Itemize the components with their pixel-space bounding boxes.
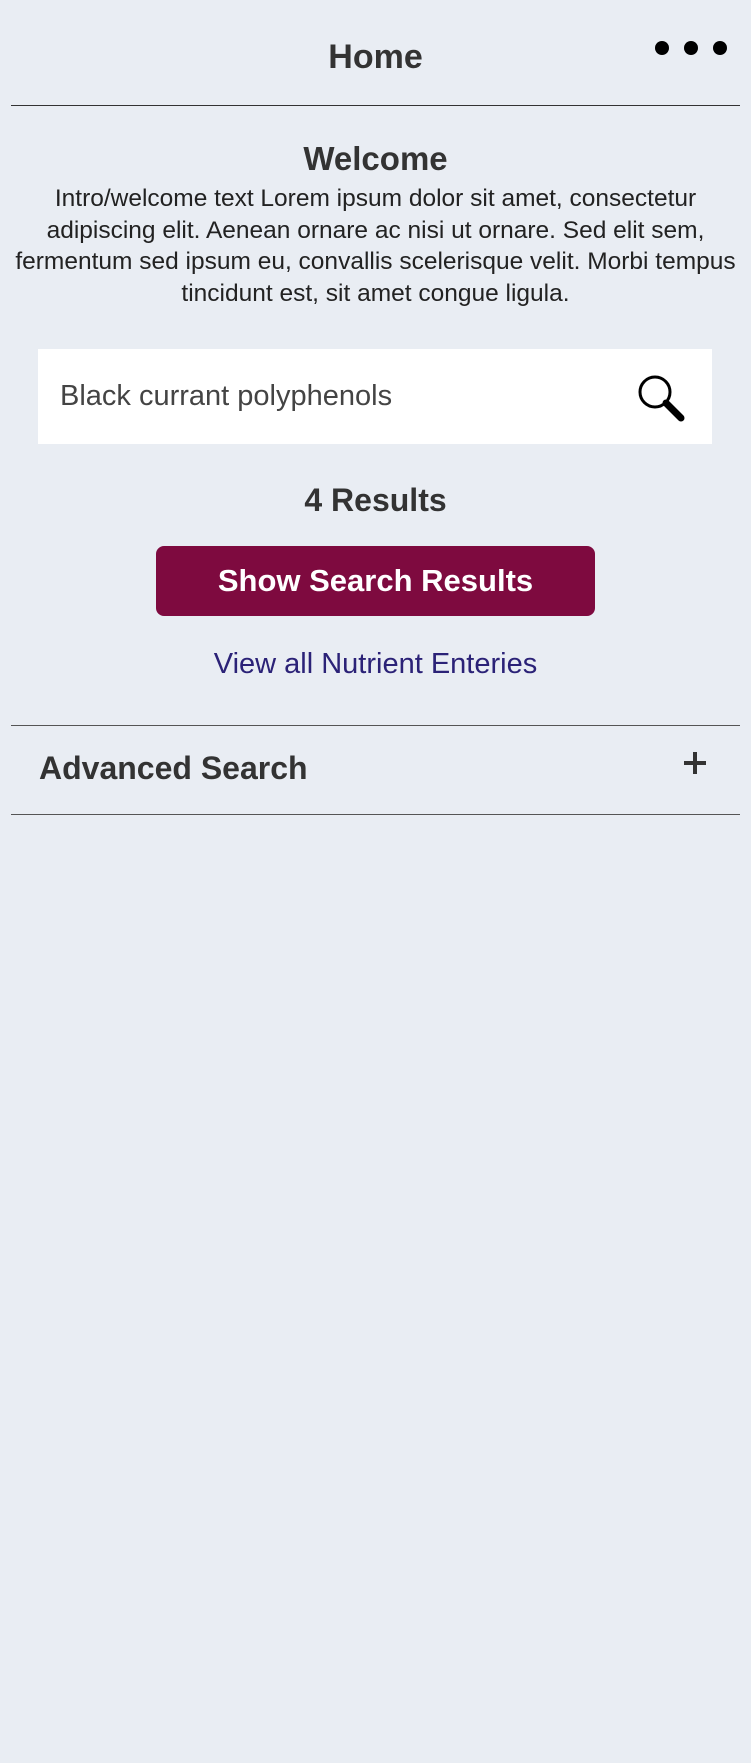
plus-vertical-bar (693, 752, 697, 774)
search-input[interactable] (60, 349, 620, 444)
results-count: 4 Results (304, 482, 447, 518)
page-title: Home (328, 38, 423, 76)
view-all-nutrient-entries-link[interactable]: View all Nutrient Enteries (0, 648, 751, 681)
show-search-results-button[interactable]: Show Search Results (156, 546, 595, 616)
search-bar (38, 349, 712, 444)
app-header: Home (0, 0, 751, 106)
advanced-search-label: Advanced Search (39, 750, 308, 786)
header-divider (11, 105, 740, 106)
welcome-heading: Welcome (303, 140, 448, 177)
more-dot-icon (713, 41, 727, 55)
advanced-search-toggle[interactable]: Advanced Search (11, 726, 740, 814)
more-dot-icon (655, 41, 669, 55)
more-dot-icon (684, 41, 698, 55)
plus-icon[interactable] (677, 746, 711, 780)
more-options-button[interactable] (655, 34, 727, 62)
search-icon[interactable] (634, 371, 688, 425)
section-divider (11, 814, 740, 815)
welcome-intro-text: Intro/welcome text Lorem ipsum dolor sit… (15, 185, 736, 307)
